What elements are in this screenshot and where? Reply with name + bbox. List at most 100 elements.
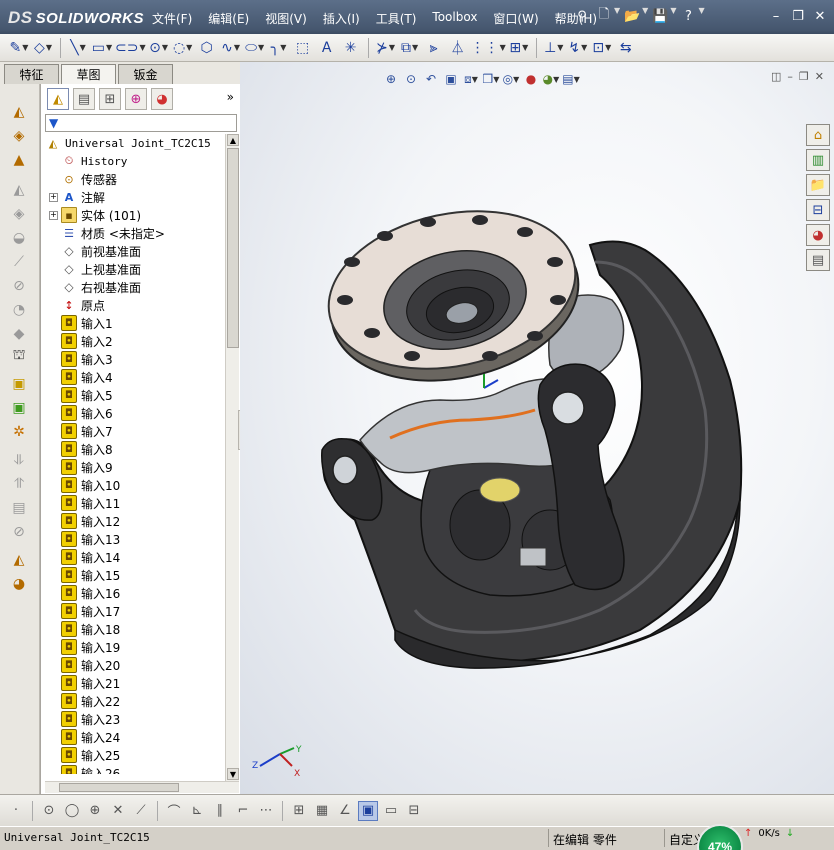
tree-vertical-scrollbar[interactable]: ▲ ▼	[225, 134, 239, 784]
dimxpert-tab-icon[interactable]: ⊕	[125, 88, 147, 110]
tree-item-input[interactable]: ◘ 输入4	[61, 368, 113, 386]
mirror-icon[interactable]: ⏃	[447, 37, 469, 59]
display-relations-icon[interactable]: ⊥ ▼	[543, 37, 565, 59]
help-icon[interactable]: ?	[678, 6, 698, 26]
shaded-view-icon[interactable]: ▣	[358, 800, 378, 821]
extruded-cut-icon[interactable]: ◭	[9, 180, 29, 200]
tab-sheetmetal[interactable]: 钣金	[118, 64, 173, 84]
view-palette-icon[interactable]: ⊟	[806, 199, 830, 221]
tree-item-input[interactable]: ◘ 输入22	[61, 692, 120, 710]
save-icon[interactable]: 💾	[650, 6, 670, 26]
tree-item-material[interactable]: ☰ 材质 <未指定>	[61, 224, 165, 242]
rib-icon[interactable]: ⛫	[9, 346, 29, 366]
tree-item-input[interactable]: ◘ 输入18	[61, 620, 120, 638]
fillet-icon[interactable]: ╮ ▼	[268, 37, 290, 59]
menu-file[interactable]: 文件(F)	[144, 6, 200, 30]
horizontal-snap-icon[interactable]: ⌐	[233, 801, 253, 821]
design-library-icon[interactable]: ▥	[806, 149, 830, 171]
length-snap-icon[interactable]: ⋯	[256, 801, 276, 821]
tree-item-top-plane[interactable]: ◇ 上视基准面	[61, 260, 141, 278]
universal-joint-model[interactable]	[240, 62, 834, 794]
fillet-feature-icon[interactable]: ◔	[9, 300, 29, 320]
intersection-snap-icon[interactable]: ✕	[108, 801, 128, 821]
nearest-snap-icon[interactable]: ⟋	[131, 801, 151, 821]
rapid-sketch-icon[interactable]: ⊡ ▼	[591, 37, 613, 59]
configuration-manager-tab-icon[interactable]: ⊞	[99, 88, 121, 110]
tab-sketch[interactable]: 草图	[61, 64, 116, 84]
pin-icon[interactable]: ⚲	[572, 6, 592, 26]
menu-toolbox[interactable]: Toolbox	[424, 6, 485, 30]
smart-dimension-icon[interactable]: ◇ ▼	[32, 37, 54, 59]
tree-item-input[interactable]: ◘ 输入20	[61, 656, 120, 674]
swept-cut-icon[interactable]: ◒	[9, 228, 29, 248]
appearances-icon[interactable]: ◕	[806, 224, 830, 246]
tree-item-input[interactable]: ◘ 输入26	[61, 764, 120, 774]
grid-snap-icon[interactable]: ⊞	[289, 801, 309, 821]
tree-item-sensors[interactable]: ⊙ 传感器	[61, 170, 117, 188]
curves-icon[interactable]: ▣	[9, 398, 29, 418]
dome-icon[interactable]: ◕	[9, 574, 29, 594]
quick-snaps-icon[interactable]: ↯ ▼	[567, 37, 589, 59]
reference-geometry-icon[interactable]: ▣	[9, 374, 29, 394]
menu-view[interactable]: 视图(V)	[257, 6, 315, 30]
feature-tree-tab-icon[interactable]: ◭	[47, 88, 69, 110]
sketch-picture-icon[interactable]: ⬚	[292, 37, 314, 59]
point-snap-icon[interactable]: ·	[6, 801, 26, 821]
new-document-icon[interactable]: 🗋	[594, 6, 614, 26]
tree-item-input[interactable]: ◘ 输入15	[61, 566, 120, 584]
scroll-down-icon[interactable]: ▼	[227, 768, 239, 780]
tree-item-input[interactable]: ◘ 输入25	[61, 746, 120, 764]
tree-item-input[interactable]: ◘ 输入21	[61, 674, 120, 692]
tree-item-annotations[interactable]: + A 注解	[49, 188, 105, 206]
expand-icon[interactable]: +	[49, 192, 58, 202]
linear-pattern-feature-icon[interactable]: ◆	[9, 324, 29, 344]
grid-icon[interactable]: ▦	[312, 801, 332, 821]
menu-tools[interactable]: 工具(T)	[368, 6, 425, 30]
menu-edit[interactable]: 编辑(E)	[200, 6, 257, 30]
boundary-cut-icon[interactable]: ⊘	[9, 276, 29, 296]
menu-window[interactable]: 窗口(W)	[485, 6, 546, 30]
draft-icon[interactable]: ⥥	[9, 450, 29, 470]
tree-item-history[interactable]: ⏲ History	[61, 152, 128, 170]
tree-item-front-plane[interactable]: ◇ 前视基准面	[61, 242, 141, 260]
revolved-boss-icon[interactable]: ◈	[9, 126, 29, 146]
open-folder-icon[interactable]: 📂	[622, 6, 642, 26]
tree-item-input[interactable]: ◘ 输入16	[61, 584, 120, 602]
scrollbar-thumb[interactable]	[59, 783, 179, 792]
tree-item-input[interactable]: ◘ 输入13	[61, 530, 120, 548]
tree-root[interactable]: ◭ Universal Joint_TC2C15	[45, 134, 211, 152]
file-explorer-icon[interactable]: 📁	[806, 174, 830, 196]
expand-icon[interactable]: +	[49, 210, 58, 220]
tree-item-input[interactable]: ◘ 输入11	[61, 494, 120, 512]
tree-item-input[interactable]: ◘ 输入6	[61, 404, 113, 422]
tree-item-input[interactable]: ◘ 输入10	[61, 476, 120, 494]
tree-item-input[interactable]: ◘ 输入24	[61, 728, 120, 746]
restore-icon[interactable]: ❐	[788, 7, 808, 25]
angle-snap-icon[interactable]: ∠	[335, 801, 355, 821]
perpendicular-snap-icon[interactable]: ⊾	[187, 801, 207, 821]
circle-icon[interactable]: ⊙ ▼	[148, 37, 170, 59]
rectangle-icon[interactable]: ▭ ▼	[91, 37, 113, 59]
graphics-area[interactable]: ⊕ ⊙ ↶ ▣ ⧈ ▼ ❒ ▼ ◎ ▼ ● ◕ ▼ ▤ ▼ ◫ – ❐ ✕ ⌂ …	[240, 62, 834, 794]
center-snap-icon[interactable]: ⊙	[39, 801, 59, 821]
revolved-cut-icon[interactable]: ◈	[9, 204, 29, 224]
spline-icon[interactable]: ∿ ▼	[220, 37, 242, 59]
instant3d-icon[interactable]: ✲	[9, 422, 29, 442]
tree-filter-input[interactable]: ▼	[45, 114, 237, 132]
parallel-snap-icon[interactable]: ∥	[210, 801, 230, 821]
tree-item-right-plane[interactable]: ◇ 右视基准面	[61, 278, 141, 296]
lofted-cut-icon[interactable]: ⟋	[9, 252, 29, 272]
instant2d-icon[interactable]: ⇆	[615, 37, 637, 59]
tangent-snap-icon[interactable]: ⌒	[164, 801, 184, 821]
minimize-icon[interactable]: –	[766, 7, 786, 25]
tree-item-solid-bodies[interactable]: + ▪ 实体 (101)	[49, 206, 141, 224]
scroll-up-icon[interactable]: ▲	[227, 134, 239, 146]
tree-item-input[interactable]: ◘ 输入19	[61, 638, 120, 656]
tree-item-input[interactable]: ◘ 输入5	[61, 386, 113, 404]
tree-item-input[interactable]: ◘ 输入14	[61, 548, 120, 566]
point-icon[interactable]: ✳	[340, 37, 362, 59]
chevron-down-icon[interactable]: ▼	[698, 6, 704, 26]
tree-item-input[interactable]: ◘ 输入12	[61, 512, 120, 530]
wrap-icon[interactable]: ▤	[9, 498, 29, 518]
tree-item-input[interactable]: ◘ 输入17	[61, 602, 120, 620]
